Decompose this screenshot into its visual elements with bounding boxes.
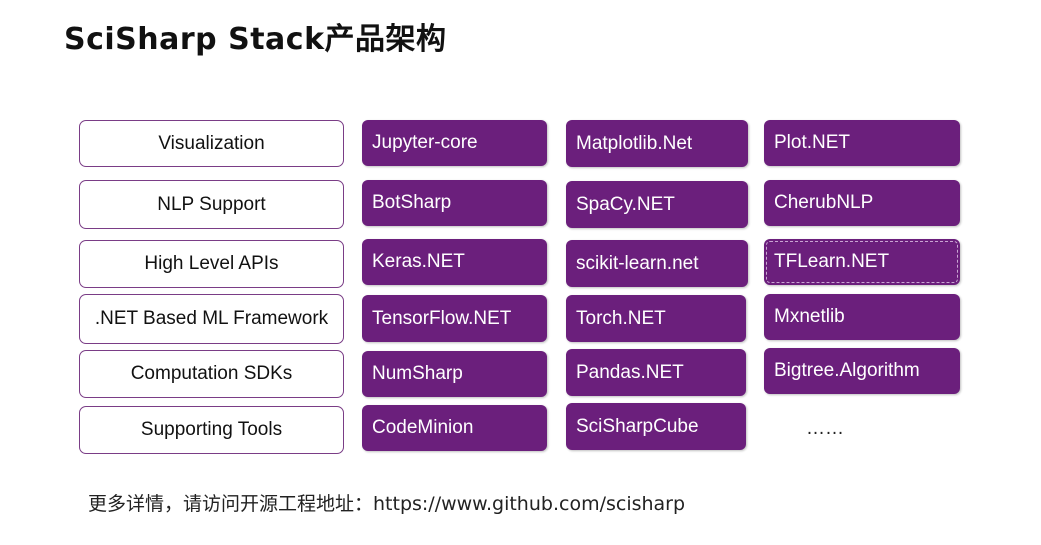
category-supporting-tools: Supporting Tools [79, 406, 344, 454]
product-torch-net: Torch.NET [566, 295, 746, 342]
product-tensorflow-net: TensorFlow.NET [362, 295, 547, 342]
product-cherubnlp: CherubNLP [764, 180, 960, 226]
product-mxnetlib: Mxnetlib [764, 294, 960, 340]
product-plot-net: Plot.NET [764, 120, 960, 166]
category-computation-sdks: Computation SDKs [79, 350, 344, 398]
more-ellipsis: …… [806, 418, 844, 439]
product-scikit-learn-net: scikit-learn.net [566, 240, 748, 287]
product-codeminion: CodeMinion [362, 405, 547, 451]
category-nlp-support: NLP Support [79, 180, 344, 229]
product-tflearn-net: TFLearn.NET [764, 239, 960, 285]
product-bigtree-algorithm: Bigtree.Algorithm [764, 348, 960, 394]
product-botsharp: BotSharp [362, 180, 547, 226]
category-net-based-ml-framework: .NET Based ML Framework [79, 294, 344, 344]
product-scisharpcube: SciSharpCube [566, 403, 746, 450]
category-high-level-apis: High Level APIs [79, 240, 344, 288]
product-matplotlib-net: Matplotlib.Net [566, 120, 748, 167]
product-jupyter-core: Jupyter-core [362, 120, 547, 166]
page-title: SciSharp Stack产品架构 [64, 22, 447, 57]
product-numsharp: NumSharp [362, 351, 547, 397]
product-keras-net: Keras.NET [362, 239, 547, 285]
product-pandas-net: Pandas.NET [566, 349, 746, 396]
product-spacy-net: SpaCy.NET [566, 181, 748, 228]
category-visualization: Visualization [79, 120, 344, 167]
footer-link-text: 更多详情，请访问开源工程地址：https://www.github.com/sc… [88, 493, 686, 515]
